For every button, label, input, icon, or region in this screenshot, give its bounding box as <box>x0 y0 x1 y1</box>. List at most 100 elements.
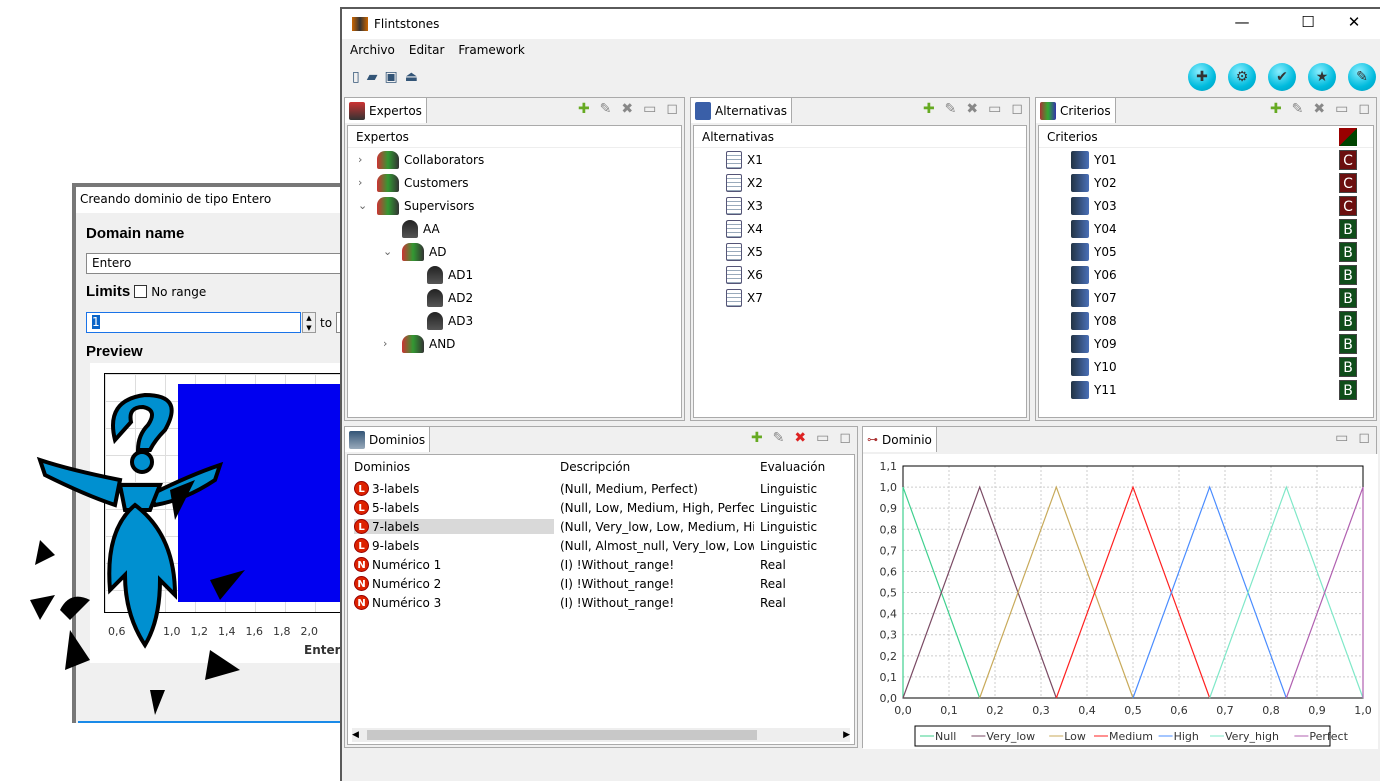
table-row[interactable]: N Numérico 2 (I) !Without_range! Real <box>348 574 854 593</box>
new-icon[interactable]: ▯ <box>352 69 360 85</box>
add-icon[interactable]: ✚ <box>578 101 590 117</box>
tree-item[interactable]: AD2 <box>358 286 681 309</box>
tree-item[interactable]: AD3 <box>358 309 681 332</box>
chevron-right-icon[interactable]: › <box>358 153 372 166</box>
chevron-right-icon[interactable]: › <box>383 337 397 350</box>
list-item[interactable]: Y11 B <box>1071 378 1373 401</box>
table-row[interactable]: L 9-labels (Null, Almost_null, Very_low, L… <box>348 536 854 555</box>
list-item[interactable]: X1 <box>726 148 1026 171</box>
delete-icon[interactable]: ✖ <box>966 101 978 117</box>
window-title: Flintstones <box>374 17 440 31</box>
list-item[interactable]: Y09 B <box>1071 332 1373 355</box>
minimize-panel-icon[interactable]: ▭ <box>988 101 1001 117</box>
pen-icon[interactable]: ✎ <box>1348 63 1376 91</box>
list-item[interactable]: Y07 B <box>1071 286 1373 309</box>
maximize-button[interactable]: ☐ <box>1288 13 1328 31</box>
minimize-button[interactable]: — <box>1222 13 1262 31</box>
menu-archivo[interactable]: Archivo <box>350 43 395 57</box>
close-button[interactable]: ✕ <box>1334 13 1374 31</box>
edit-icon[interactable]: ✎ <box>1292 101 1304 117</box>
list-item[interactable]: Y05 B <box>1071 240 1373 263</box>
chevron-down-icon[interactable]: ⌄ <box>358 199 372 212</box>
table-row[interactable]: N Numérico 1 (I) !Without_range! Real <box>348 555 854 574</box>
linguistic-icon: L <box>354 519 369 534</box>
column-dominios[interactable]: Dominios <box>354 460 554 474</box>
benefit-badge: B <box>1339 241 1357 262</box>
tree-item[interactable]: ⌄ Supervisors <box>358 194 681 217</box>
add-icon[interactable]: ✚ <box>751 430 763 446</box>
column-evaluacion[interactable]: Evaluación <box>754 460 854 474</box>
menu-editar[interactable]: Editar <box>409 43 445 57</box>
chevron-right-icon[interactable]: › <box>358 176 372 189</box>
check-icon[interactable]: ✔ <box>1268 63 1296 91</box>
menu-framework[interactable]: Framework <box>458 43 524 57</box>
minimize-panel-icon[interactable]: ▭ <box>816 430 829 446</box>
delete-icon[interactable]: ✖ <box>621 101 633 117</box>
tree-item[interactable]: › Collaborators <box>358 148 681 171</box>
tree-item[interactable]: › Customers <box>358 171 681 194</box>
tree-item[interactable]: › AND <box>358 332 681 355</box>
tree-item[interactable]: AA <box>358 217 681 240</box>
list-item[interactable]: X7 <box>726 286 1026 309</box>
list-item[interactable]: Y08 B <box>1071 309 1373 332</box>
tab-dominio[interactable]: ⊶ Dominio <box>863 427 937 452</box>
open-icon[interactable]: ▰ <box>367 69 378 85</box>
spinner-arrows[interactable]: ▲ ▼ <box>302 312 316 333</box>
table-row[interactable]: L 5-labels (Null, Low, Medium, High, Perfe… <box>348 498 854 517</box>
list-item[interactable]: Y01 C <box>1071 148 1373 171</box>
delete-icon[interactable]: ✖ <box>1313 101 1325 117</box>
gear-icon[interactable]: ⚙ <box>1228 63 1256 91</box>
maximize-panel-icon[interactable]: ◻ <box>1011 101 1023 117</box>
tree-item[interactable]: ⌄ AD <box>358 240 681 263</box>
list-item[interactable]: Y02 C <box>1071 171 1373 194</box>
list-item[interactable]: X6 <box>726 263 1026 286</box>
export-icon[interactable]: ⏏ <box>405 69 418 85</box>
list-item[interactable]: X4 <box>726 217 1026 240</box>
table-row[interactable]: L 7-labels (Null, Very_low, Low, Medium, H… <box>348 517 854 536</box>
maximize-panel-icon[interactable]: ◻ <box>839 430 851 446</box>
book-icon <box>1071 357 1089 376</box>
no-range-checkbox[interactable] <box>134 285 148 298</box>
numeric-icon: N <box>354 595 369 610</box>
list-item[interactable]: Y04 B <box>1071 217 1373 240</box>
domain-name-label: Domain name <box>86 225 185 242</box>
puzzle-icon[interactable]: ✚ <box>1188 63 1216 91</box>
to-label: to <box>320 316 333 330</box>
tab-dominios[interactable]: Dominios <box>345 427 431 452</box>
domain-name: 5-labels <box>372 500 420 515</box>
chevron-down-icon[interactable]: ⌄ <box>383 245 397 258</box>
maximize-panel-icon[interactable]: ◻ <box>1358 430 1370 446</box>
list-item[interactable]: X3 <box>726 194 1026 217</box>
min-limit-spinner[interactable]: 1 <box>86 312 301 333</box>
tab-alternativas[interactable]: Alternativas <box>691 98 793 123</box>
edit-icon[interactable]: ✎ <box>945 101 957 117</box>
edit-icon[interactable]: ✎ <box>773 430 785 446</box>
save-icon[interactable]: ▣ <box>385 69 398 85</box>
delete-icon[interactable]: ✖ <box>794 430 806 446</box>
legend-label: Null <box>935 730 956 743</box>
list-item[interactable]: Y10 B <box>1071 355 1373 378</box>
table-row[interactable]: L 3-labels (Null, Medium, Perfect) Linguist… <box>348 479 854 498</box>
horizontal-scrollbar[interactable]: ◀ ▶ <box>352 728 850 742</box>
star-icon[interactable]: ★ <box>1308 63 1336 91</box>
add-icon[interactable]: ✚ <box>1270 101 1282 117</box>
maximize-panel-icon[interactable]: ◻ <box>666 101 678 117</box>
table-row[interactable]: N Numérico 3 (I) !Without_range! Real <box>348 593 854 612</box>
minimize-panel-icon[interactable]: ▭ <box>643 101 656 117</box>
minimize-panel-icon[interactable]: ▭ <box>1335 101 1348 117</box>
book-icon <box>1071 173 1089 192</box>
column-descripcion[interactable]: Descripción <box>554 460 754 474</box>
tree-item[interactable]: AD1 <box>358 263 681 286</box>
document-icon <box>726 173 742 192</box>
list-item[interactable]: X2 <box>726 171 1026 194</box>
list-item[interactable]: X5 <box>726 240 1026 263</box>
minimize-panel-icon[interactable]: ▭ <box>1335 430 1348 446</box>
maximize-panel-icon[interactable]: ◻ <box>1358 101 1370 117</box>
add-icon[interactable]: ✚ <box>923 101 935 117</box>
list-item[interactable]: Y06 B <box>1071 263 1373 286</box>
edit-icon[interactable]: ✎ <box>600 101 612 117</box>
domain-name-input[interactable]: Entero <box>86 253 356 274</box>
list-item[interactable]: Y03 C <box>1071 194 1373 217</box>
tab-criterios[interactable]: Criterios <box>1036 98 1116 123</box>
tab-expertos[interactable]: Expertos <box>345 98 427 123</box>
